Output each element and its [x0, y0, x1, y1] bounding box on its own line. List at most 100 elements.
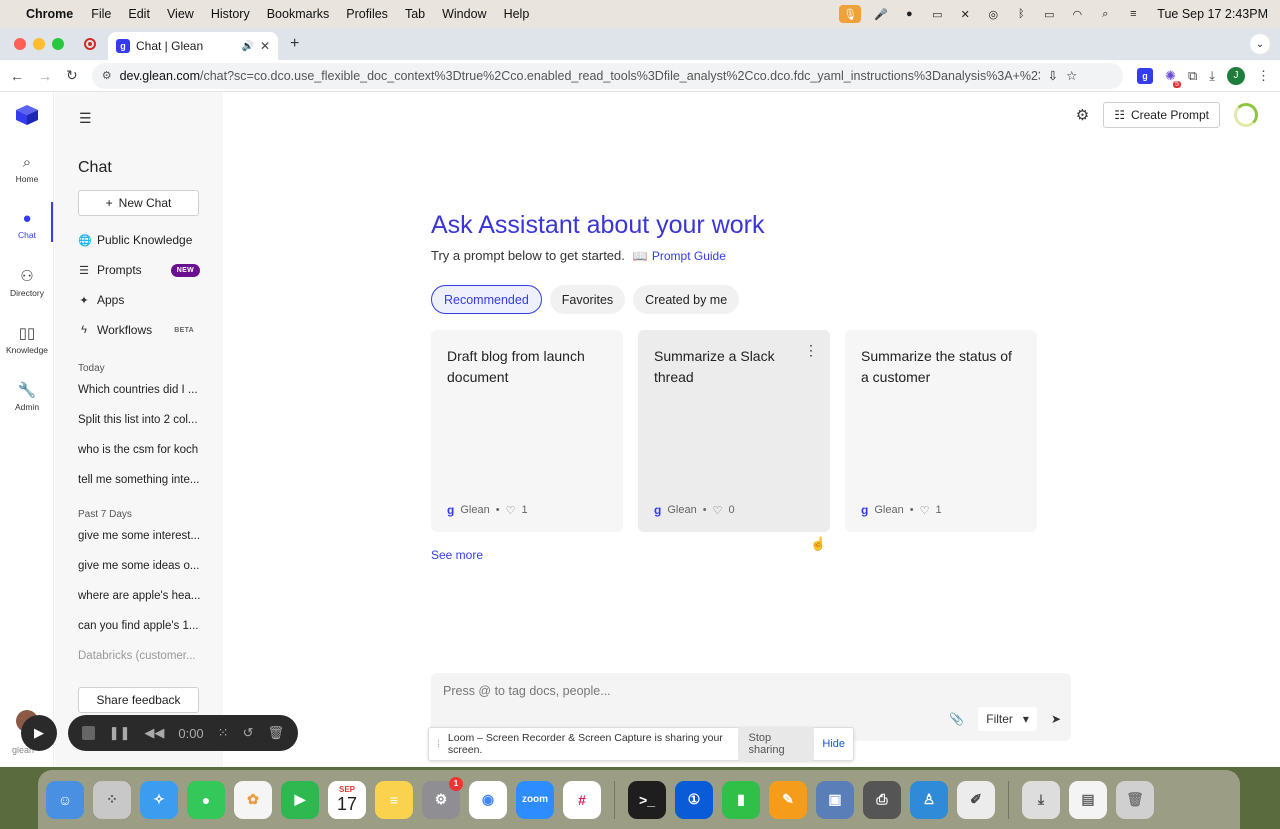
terminal-icon[interactable]: >_ [628, 780, 666, 819]
pages-icon[interactable]: ✎ [769, 780, 807, 819]
hide-link[interactable]: Hide [822, 738, 845, 750]
menu-window[interactable]: Window [442, 7, 486, 21]
sidebar-item-workflows[interactable]: ϟ Workflows BETA [78, 323, 200, 337]
loom-camera-button[interactable]: ▶ [21, 715, 57, 751]
preview-icon[interactable]: ▣ [816, 780, 854, 819]
vpn-icon[interactable]: ◎ [985, 7, 1001, 21]
forward-arrow-icon[interactable]: → [38, 68, 52, 84]
tab-search-chevron-icon[interactable]: ⌄ [1250, 34, 1270, 54]
bluetooth-icon[interactable]: ᛒ [1013, 7, 1029, 21]
glean-logo-icon[interactable] [15, 104, 39, 126]
prompt-guide-link[interactable]: 📖 Prompt Guide [633, 249, 726, 263]
tab-chat-glean[interactable]: g Chat | Glean 🔊 ✕ [108, 32, 278, 60]
history-item[interactable]: can you find apple's 1... [78, 620, 200, 632]
keynote-icon[interactable]: ♙ [910, 780, 948, 819]
close-tab-icon[interactable]: ✕ [260, 39, 270, 53]
history-item[interactable]: tell me something inte... [78, 474, 200, 486]
drag-handle-icon[interactable]: ⁞ [437, 738, 440, 750]
menubar-clock[interactable]: Tue Sep 17 2:43PM [1157, 7, 1268, 21]
menu-tab[interactable]: Tab [405, 7, 425, 21]
rail-item-knowledge[interactable]: ▯▯ Knowledge [0, 324, 54, 355]
address-bar[interactable]: ⚙ dev.glean.com/chat?sc=co.dco.use_flexi… [91, 62, 1124, 89]
rail-item-directory[interactable]: ⚇ Directory [0, 267, 54, 298]
printer-icon[interactable]: ⎙ [863, 780, 901, 819]
messages-icon[interactable]: ● [187, 780, 225, 819]
sidebar-item-prompts[interactable]: ☰ Prompts NEW [78, 263, 200, 277]
paperclip-icon[interactable]: 📎 [949, 712, 964, 726]
see-more-link[interactable]: See more [431, 548, 483, 562]
menu-profiles[interactable]: Profiles [346, 7, 388, 21]
facetime-icon[interactable]: ▶ [281, 780, 319, 819]
restart-icon[interactable]: ↺ [243, 725, 254, 741]
menu-edit[interactable]: Edit [128, 7, 150, 21]
notes-icon[interactable]: ≡ [375, 780, 413, 819]
gear-icon[interactable]: ⚙ [1076, 106, 1089, 124]
wifi-icon[interactable]: ◠ [1069, 7, 1085, 21]
history-item[interactable]: Databricks (customer... [78, 650, 200, 662]
stop-sharing-button[interactable]: Stop sharing [738, 727, 815, 761]
site-info-icon[interactable]: ⚙ [102, 69, 112, 82]
rail-item-admin[interactable]: 🔧 Admin [0, 381, 54, 412]
downloads-folder-icon[interactable]: ⤓ [1022, 780, 1060, 819]
document-thumbnail-icon[interactable]: ▤ [1069, 780, 1107, 819]
zoom-icon[interactable]: zoom [516, 780, 554, 819]
calendar-icon[interactable]: SEP 17 [328, 780, 366, 819]
butterfly-icon[interactable]: ✕ [957, 7, 973, 21]
drawing-grid-icon[interactable]: ⁙ [218, 725, 229, 741]
textedit-icon[interactable]: ✐ [957, 780, 995, 819]
sidebar-item-public-knowledge[interactable]: 🌐 Public Knowledge [78, 233, 200, 247]
finder-icon[interactable]: ☺ [46, 780, 84, 819]
close-window-button[interactable] [14, 38, 26, 50]
system-settings-icon[interactable]: ⚙ 1 [422, 776, 463, 819]
send-icon[interactable]: ➤ [1051, 712, 1061, 726]
menu-file[interactable]: File [91, 7, 111, 21]
new-tab-icon[interactable]: + [290, 35, 299, 53]
rail-item-home[interactable]: ⌕ Home [0, 154, 54, 184]
rail-item-chat[interactable]: ● Chat [0, 210, 54, 240]
audio-icon[interactable]: 🔊 [241, 41, 253, 52]
zoom-status-icon[interactable]: ● [901, 7, 917, 21]
tab-recommended[interactable]: Recommended [431, 285, 542, 314]
battery-icon[interactable]: ▭ [1041, 7, 1057, 21]
microphone-active-icon[interactable]: 🎙 [839, 5, 862, 23]
history-item[interactable]: give me some interest... [78, 530, 200, 542]
bookmark-star-icon[interactable]: ☆ [1066, 68, 1077, 83]
numbers-icon[interactable]: ▮ [722, 780, 760, 819]
heart-icon[interactable]: ♡ [713, 504, 723, 517]
install-app-icon[interactable]: ⇩ [1048, 68, 1058, 83]
menu-app-name[interactable]: Chrome [26, 7, 73, 21]
reload-icon[interactable]: ↻ [66, 67, 78, 84]
photos-icon[interactable]: ✿ [234, 780, 272, 819]
glean-extension-icon[interactable]: g [1137, 67, 1154, 84]
profile-avatar[interactable]: J [1227, 66, 1245, 85]
safari-icon[interactable]: ✧ [140, 780, 178, 819]
extensions-puzzle-icon[interactable]: ⧉ [1188, 68, 1197, 84]
screen-icon[interactable]: ▭ [929, 7, 945, 21]
tab-created-by-me[interactable]: Created by me [633, 285, 740, 314]
menu-history[interactable]: History [211, 7, 250, 21]
menu-view[interactable]: View [167, 7, 194, 21]
chrome-menu-icon[interactable]: ⋮ [1257, 68, 1270, 84]
trash-bin-icon[interactable]: 🗑 [1116, 780, 1154, 819]
history-item[interactable]: where are apple's hea... [78, 590, 200, 602]
downloads-icon[interactable]: ⤓ [1209, 68, 1215, 84]
onepassword-icon[interactable]: ① [675, 780, 713, 819]
history-item[interactable]: Which countries did I ... [78, 384, 200, 396]
prompt-card[interactable]: Summarize a Slack thread ⋮ g Glean • ♡ 0 [638, 330, 830, 532]
slack-icon[interactable]: # [563, 780, 601, 819]
trash-icon[interactable]: 🗑 [267, 725, 284, 741]
history-item[interactable]: who is the csm for koch [78, 444, 200, 456]
prompt-card[interactable]: Summarize the status of a customer g Gle… [845, 330, 1037, 532]
pause-icon[interactable]: ❚❚ [109, 725, 131, 741]
sidebar-item-apps[interactable]: ✦ Apps [78, 293, 200, 307]
composer-placeholder[interactable]: Press @ to tag docs, people... [443, 684, 611, 698]
rewind-icon[interactable]: ◀◀ [144, 725, 164, 741]
control-center-icon[interactable]: ≡ [1125, 7, 1141, 21]
progress-ring-icon[interactable] [1234, 103, 1258, 127]
heart-icon[interactable]: ♡ [506, 504, 516, 517]
loom-extension-icon[interactable]: ✺ 5 [1165, 68, 1181, 88]
history-item[interactable]: Split this list into 2 col... [78, 414, 200, 426]
minimize-window-button[interactable] [33, 38, 45, 50]
microphone-icon[interactable]: 🎤 [873, 7, 889, 21]
filter-dropdown[interactable]: Filter ▾ [978, 707, 1037, 731]
